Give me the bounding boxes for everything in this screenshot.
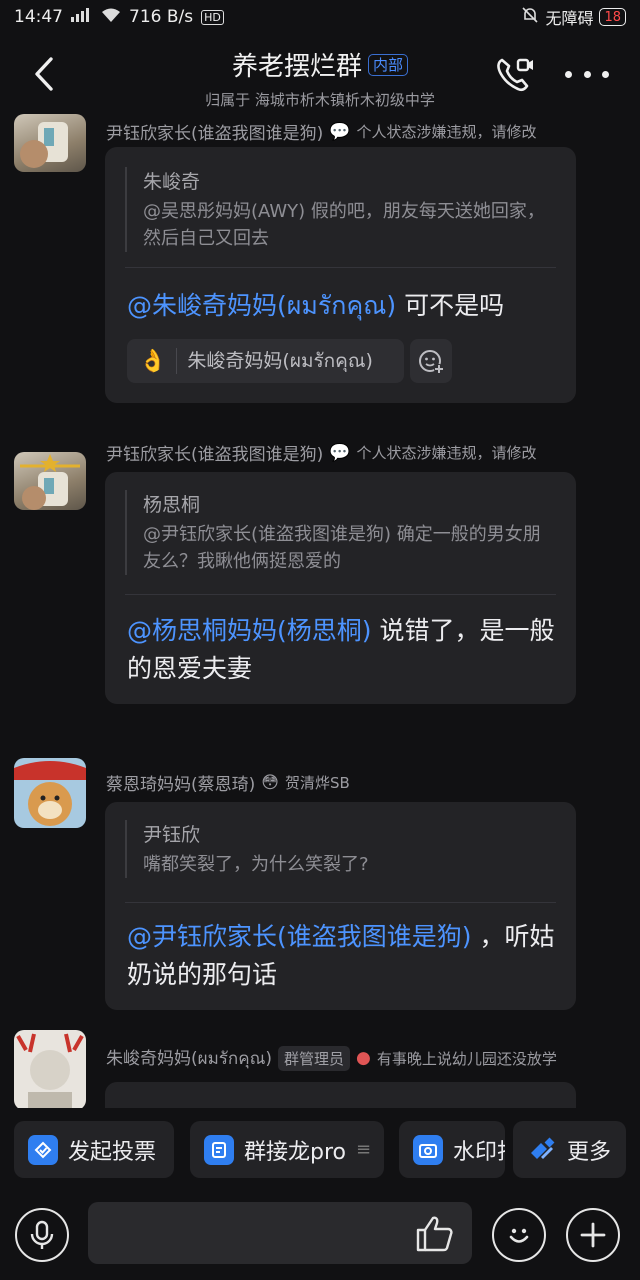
sender-name[interactable]: 尹钰欣家长(谁盗我图谁是狗) 💬 个人状态涉嫌违规，请修改: [106, 440, 536, 466]
status-chat-icon: 💬: [329, 121, 351, 142]
reply-text: @尹钰欣家长(谁盗我图谁是狗) ，听姑奶说的那句话: [127, 922, 555, 989]
status-time: 14:47: [14, 7, 63, 27]
phone-video-icon: [497, 58, 533, 92]
network-speed: 716 B/s: [129, 7, 194, 27]
quoted-message[interactable]: 尹钰欣 嘴都笑裂了，为什么笑裂了?: [125, 820, 556, 878]
accessibility-label: 无障碍: [545, 9, 594, 28]
status-emoji-icon: 😳: [261, 772, 279, 793]
hd-icon: HD: [201, 9, 224, 25]
message-list[interactable]: 尹钰欣家长(谁盗我图谁是狗) 💬 个人状态涉嫌违规，请修改 朱峻奇 @吴思彤妈妈…: [0, 114, 640, 1108]
chat-header: 养老摆烂群 内部 归属于 海城市析木镇析木初级中学: [0, 34, 640, 114]
avatar[interactable]: [14, 114, 86, 172]
relay-icon: [204, 1134, 234, 1165]
thumbs-up-icon[interactable]: [414, 1214, 456, 1254]
sender-name[interactable]: 蔡恩琦妈妈(蔡恩琦) 😳 贺清烨SB: [106, 770, 350, 796]
reply-text: @朱峻奇妈妈(ผมรักคุณ) 可不是吗: [127, 291, 505, 320]
mention-link[interactable]: @杨思桐妈妈(杨思桐): [127, 616, 372, 645]
quick-action-watermark[interactable]: 水印打卡: [399, 1121, 505, 1178]
status-chat-icon: 💬: [329, 442, 351, 463]
vote-icon: [28, 1134, 58, 1165]
signal-icon: [71, 7, 93, 27]
quoted-message[interactable]: 朱峻奇 @吴思彤妈妈(AWY) 假的吧，朋友每天送她回家，然后自己又回去: [125, 167, 556, 252]
quick-action-more[interactable]: 更多: [513, 1121, 626, 1178]
ok-hand-icon: 👌: [139, 348, 167, 374]
group-subtitle: 归属于 海城市析木镇析木初级中学: [205, 91, 435, 109]
wifi-icon: [101, 7, 121, 28]
avatar[interactable]: [14, 758, 86, 828]
status-emoji-icon: ●: [356, 1048, 371, 1068]
message-bubble[interactable]: [105, 1082, 576, 1108]
emoji-icon: [509, 1228, 529, 1243]
mention-link[interactable]: @朱峻奇妈妈(ผมรักคุณ): [127, 291, 396, 320]
quick-action-bar: 发起投票 群接龙pro ≡ 水印打卡 更多: [0, 1118, 640, 1180]
more-icon: [565, 70, 572, 78]
add-emoji-icon: [419, 350, 444, 374]
camera-icon: [413, 1134, 443, 1165]
internal-tag: 内部: [368, 53, 409, 76]
add-reaction-button[interactable]: [410, 339, 452, 383]
sender-name[interactable]: 朱峻奇妈妈(ผมรักคุณ) 群管理员 ● 有事晚上说幼儿园还没放学: [106, 1044, 557, 1072]
status-bar: 14:47 716 B/s HD 无障碍 18: [0, 0, 640, 34]
emoji-button[interactable]: [492, 1208, 546, 1262]
avatar[interactable]: [14, 1030, 86, 1108]
mention-link[interactable]: @尹钰欣家长(谁盗我图谁是狗): [127, 922, 472, 951]
more-options-button[interactable]: [565, 62, 609, 86]
apps-icon: [527, 1135, 557, 1165]
add-attachment-button[interactable]: [566, 1208, 620, 1262]
reply-text: @杨思桐妈妈(杨思桐) 说错了，是一般的恩爱夫妻: [127, 616, 555, 683]
voice-input-button[interactable]: [15, 1208, 69, 1262]
plus-icon: [580, 1222, 606, 1248]
microphone-icon: [30, 1220, 54, 1249]
sender-name[interactable]: 尹钰欣家长(谁盗我图谁是狗) 💬 个人状态涉嫌违规，请修改: [106, 119, 536, 145]
quoted-message[interactable]: 杨思桐 @尹钰欣家长(谁盗我图谁是狗) 确定一般的男女朋友么？我瞅他俩挺恩爱的: [125, 490, 556, 575]
admin-badge: 群管理员: [278, 1045, 351, 1071]
message-bubble[interactable]: 尹钰欣 嘴都笑裂了，为什么笑裂了? @尹钰欣家长(谁盗我图谁是狗) ，听姑奶说的…: [105, 802, 576, 1010]
input-bar: [0, 1196, 640, 1280]
avatar[interactable]: [14, 452, 86, 510]
message-bubble[interactable]: 杨思桐 @尹钰欣家长(谁盗我图谁是狗) 确定一般的男女朋友么？我瞅他俩挺恩爱的 …: [105, 472, 576, 704]
group-title[interactable]: 养老摆烂群: [232, 46, 362, 83]
battery-indicator: 18: [599, 8, 626, 26]
message-bubble[interactable]: 朱峻奇 @吴思彤妈妈(AWY) 假的吧，朋友每天送她回家，然后自己又回去 @朱峻…: [105, 147, 576, 403]
quick-action-relay[interactable]: 群接龙pro ≡: [190, 1121, 384, 1178]
voice-call-button[interactable]: [494, 54, 536, 94]
quick-action-vote[interactable]: 发起投票: [14, 1121, 174, 1178]
mute-bell-icon: [521, 6, 539, 28]
reaction-chip[interactable]: 👌 朱峻奇妈妈(ผมรักคุณ): [127, 339, 404, 383]
